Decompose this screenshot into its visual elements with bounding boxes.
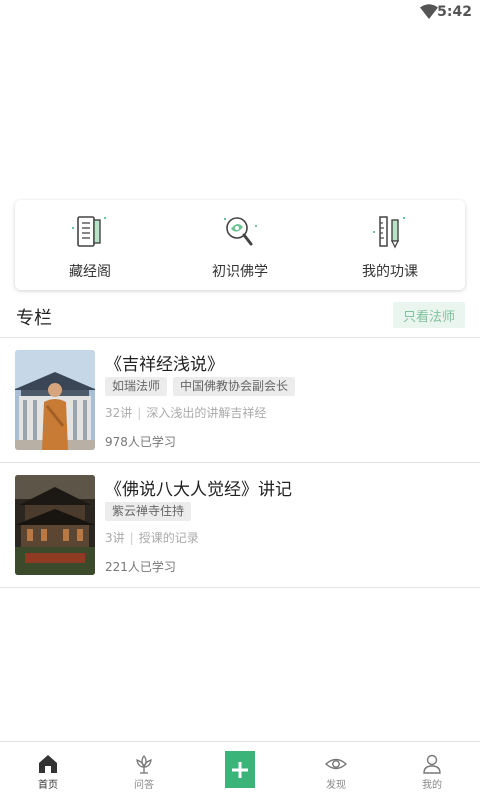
ruler-pencil-icon	[373, 216, 405, 249]
course-meta: 32讲 | 深入浅出的讲解吉祥经	[105, 406, 267, 420]
section-header: 专栏 只看法师	[0, 300, 480, 338]
tab-home[interactable]: 首页	[0, 742, 96, 800]
learner-count: 221人已学习	[105, 560, 176, 574]
tab-qa[interactable]: 问答	[96, 742, 192, 800]
section-title: 专栏	[16, 308, 52, 329]
tab-discover[interactable]: 发现	[288, 742, 384, 800]
tab-label: 首页	[38, 780, 58, 791]
quick-link-scripture-library[interactable]: 藏经阁	[15, 200, 165, 290]
eye-icon	[325, 758, 347, 770]
bottom-tab-bar: 首页 问答 发现 我的	[0, 741, 480, 800]
magnifier-leaf-icon	[224, 217, 257, 246]
course-tags: 紫云禅寺住持	[105, 502, 192, 521]
course-tags: 如瑞法师 中国佛教协会副会长	[105, 377, 296, 396]
course-thumbnail	[15, 350, 95, 450]
course-item[interactable]: 《吉祥经浅说》 如瑞法师 中国佛教协会副会长 32讲 | 深入浅出的讲解吉祥经 97…	[0, 338, 480, 463]
wifi-icon	[420, 4, 438, 19]
user-icon	[423, 754, 441, 774]
quick-link-my-practice[interactable]: 我的功课	[315, 200, 465, 290]
quick-link-label: 我的功课	[362, 264, 418, 280]
lecture-count: 32讲	[105, 406, 133, 420]
tab-label: 我的	[422, 780, 442, 791]
plus-icon	[232, 761, 248, 778]
course-item[interactable]: 《佛说八大人觉经》讲记 紫云禅寺住持 3讲 | 授课的记录 221人已学习	[0, 463, 480, 588]
tab-create	[192, 742, 288, 800]
learner-count: 978人已学习	[105, 435, 176, 449]
course-tag: 紫云禅寺住持	[105, 502, 192, 521]
course-description: 授课的记录	[138, 531, 199, 545]
lotus-icon	[136, 754, 152, 774]
status-time: 5:42	[437, 4, 472, 20]
course-title: 《佛说八大人觉经》讲记	[105, 480, 292, 500]
course-title: 《吉祥经浅说》	[105, 355, 224, 375]
quick-link-label: 藏经阁	[69, 264, 111, 280]
scripture-book-icon	[72, 216, 106, 247]
status-bar: 5:42	[0, 0, 480, 24]
home-icon	[39, 755, 57, 773]
create-button[interactable]	[225, 751, 255, 788]
tab-label: 问答	[134, 780, 154, 791]
quick-link-label: 初识佛学	[212, 264, 268, 280]
course-tag: 中国佛教协会副会长	[173, 377, 296, 396]
course-meta: 3讲 | 授课的记录	[105, 531, 199, 545]
tab-mine[interactable]: 我的	[384, 742, 480, 800]
course-thumbnail	[15, 475, 95, 575]
course-tag: 如瑞法师	[105, 377, 168, 396]
quick-link-intro-buddhism[interactable]: 初识佛学	[165, 200, 315, 290]
lecture-count: 3讲	[105, 531, 125, 545]
quick-links-card: 藏经阁 初识佛学 我的功课	[15, 200, 465, 290]
course-description: 深入浅出的讲解吉祥经	[146, 406, 267, 420]
tab-label: 发现	[326, 780, 346, 791]
only-masters-filter-button[interactable]: 只看法师	[393, 302, 465, 328]
